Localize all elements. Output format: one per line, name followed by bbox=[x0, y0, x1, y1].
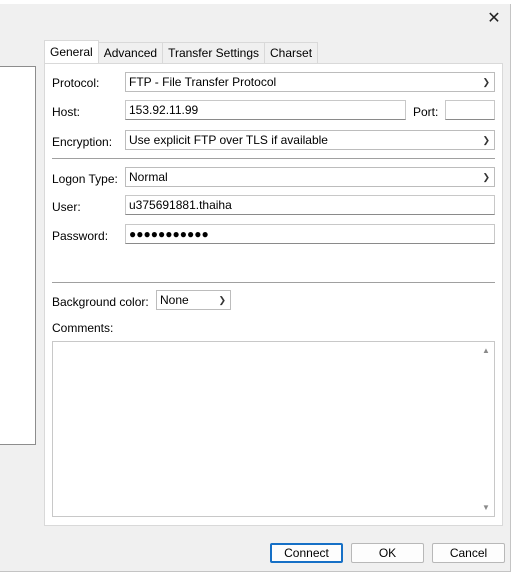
password-label: Password: bbox=[52, 229, 109, 243]
protocol-value: FTP - File Transfer Protocol bbox=[129, 75, 277, 89]
chevron-down-icon: ❯ bbox=[482, 77, 490, 87]
logon-type-label: Logon Type: bbox=[52, 172, 118, 186]
port-input[interactable] bbox=[445, 100, 495, 120]
background-color-select[interactable]: None ❯ bbox=[156, 290, 231, 310]
encryption-select[interactable]: Use explicit FTP over TLS if available ❯ bbox=[125, 130, 495, 150]
tab-advanced[interactable]: Advanced bbox=[97, 42, 164, 63]
chevron-down-icon: ❯ bbox=[218, 295, 226, 305]
user-label: User: bbox=[52, 200, 81, 214]
section-divider bbox=[52, 158, 495, 159]
tab-charset[interactable]: Charset bbox=[264, 42, 319, 63]
cancel-button[interactable]: Cancel bbox=[432, 543, 505, 563]
comments-scrollbar[interactable]: ▲ ▼ bbox=[478, 342, 494, 516]
encryption-label: Encryption: bbox=[52, 135, 113, 149]
background-color-label: Background color: bbox=[52, 295, 149, 309]
tab-general[interactable]: General bbox=[44, 40, 99, 63]
scroll-down-icon[interactable]: ▼ bbox=[482, 503, 490, 512]
host-input[interactable]: 153.92.11.99 bbox=[125, 100, 406, 120]
port-label: Port: bbox=[413, 105, 439, 119]
chevron-down-icon: ❯ bbox=[482, 135, 490, 145]
close-button[interactable]: ✕ bbox=[484, 10, 504, 28]
comments-label: Comments: bbox=[52, 321, 114, 335]
password-input[interactable]: ●●●●●●●●●●● bbox=[125, 224, 495, 244]
protocol-label: Protocol: bbox=[52, 76, 100, 90]
site-tree-pane[interactable] bbox=[0, 66, 36, 445]
logon-type-select[interactable]: Normal ❯ bbox=[125, 167, 495, 187]
scroll-up-icon[interactable]: ▲ bbox=[482, 346, 490, 355]
background-color-value: None bbox=[160, 293, 189, 307]
logon-type-value: Normal bbox=[129, 170, 168, 184]
tab-bar: General Advanced Transfer Settings Chars… bbox=[44, 40, 319, 64]
section-divider bbox=[52, 282, 495, 283]
connect-button[interactable]: Connect bbox=[270, 543, 343, 563]
comments-textarea[interactable]: ▲ ▼ bbox=[52, 341, 495, 517]
ok-button[interactable]: OK bbox=[351, 543, 424, 563]
protocol-select[interactable]: FTP - File Transfer Protocol ❯ bbox=[125, 72, 495, 92]
chevron-down-icon: ❯ bbox=[482, 172, 490, 182]
tab-transfer-settings[interactable]: Transfer Settings bbox=[162, 42, 266, 63]
host-label: Host: bbox=[52, 105, 81, 119]
encryption-value: Use explicit FTP over TLS if available bbox=[129, 133, 328, 147]
user-input[interactable]: u375691881.thaiha bbox=[125, 195, 495, 215]
